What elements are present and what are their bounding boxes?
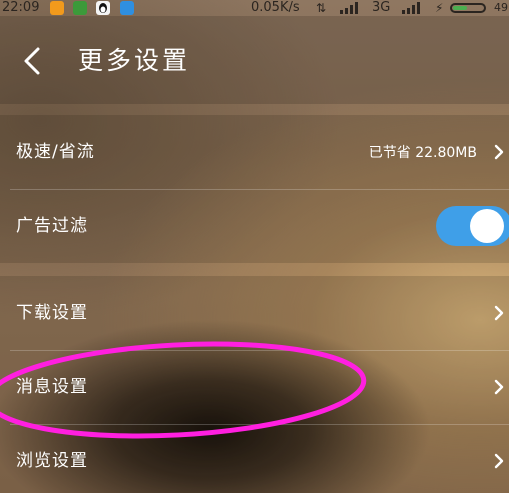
ad-filter-row: 广告过滤 bbox=[0, 189, 509, 263]
charging-icon: ⚡ bbox=[435, 1, 444, 15]
title-bar: 更多设置 bbox=[0, 16, 509, 104]
network-type: 3G bbox=[372, 0, 391, 15]
download-settings-row[interactable]: 下载设置 bbox=[0, 276, 509, 350]
sync-arrows-icon: ⇅ bbox=[316, 1, 327, 15]
chevron-right-icon bbox=[494, 453, 504, 469]
status-time: 22:09 bbox=[2, 0, 40, 15]
message-settings-label: 消息设置 bbox=[16, 377, 88, 397]
settings-group-general: 下载设置 消息设置 浏览设置 bbox=[0, 276, 509, 493]
qq-penguin-icon bbox=[96, 1, 110, 15]
ad-filter-label: 广告过滤 bbox=[16, 216, 88, 236]
page-title: 更多设置 bbox=[78, 46, 191, 75]
signal-icon-1 bbox=[340, 2, 362, 14]
chevron-right-icon bbox=[494, 305, 504, 321]
download-settings-label: 下载设置 bbox=[16, 303, 88, 323]
browse-settings-label: 浏览设置 bbox=[16, 451, 88, 471]
saved-data-value: 已节省 22.80MB bbox=[368, 145, 477, 161]
battery-level: 49 bbox=[494, 1, 508, 14]
chevron-right-icon bbox=[494, 144, 504, 160]
battery-icon bbox=[450, 3, 486, 13]
message-settings-row[interactable]: 消息设置 bbox=[0, 350, 509, 424]
ad-filter-toggle[interactable] bbox=[436, 206, 509, 246]
status-bar: 22:09 0.05K/s ⇅ 3G ⚡ 49 bbox=[0, 0, 509, 16]
speed-saving-row[interactable]: 极速/省流 已节省 22.80MB bbox=[0, 115, 509, 189]
browse-settings-row[interactable]: 浏览设置 bbox=[0, 424, 509, 493]
green-app-icon bbox=[73, 1, 87, 15]
network-speed: 0.05K/s bbox=[251, 0, 300, 15]
chevron-right-icon bbox=[494, 379, 504, 395]
blue-lock-app-icon bbox=[120, 1, 134, 15]
uc-browser-icon bbox=[50, 1, 64, 15]
signal-icon-2 bbox=[402, 2, 424, 14]
speed-saving-label: 极速/省流 bbox=[16, 142, 95, 162]
settings-group-network: 极速/省流 已节省 22.80MB 广告过滤 bbox=[0, 115, 509, 263]
toggle-knob bbox=[470, 209, 504, 243]
chevron-left-icon[interactable] bbox=[22, 46, 42, 76]
